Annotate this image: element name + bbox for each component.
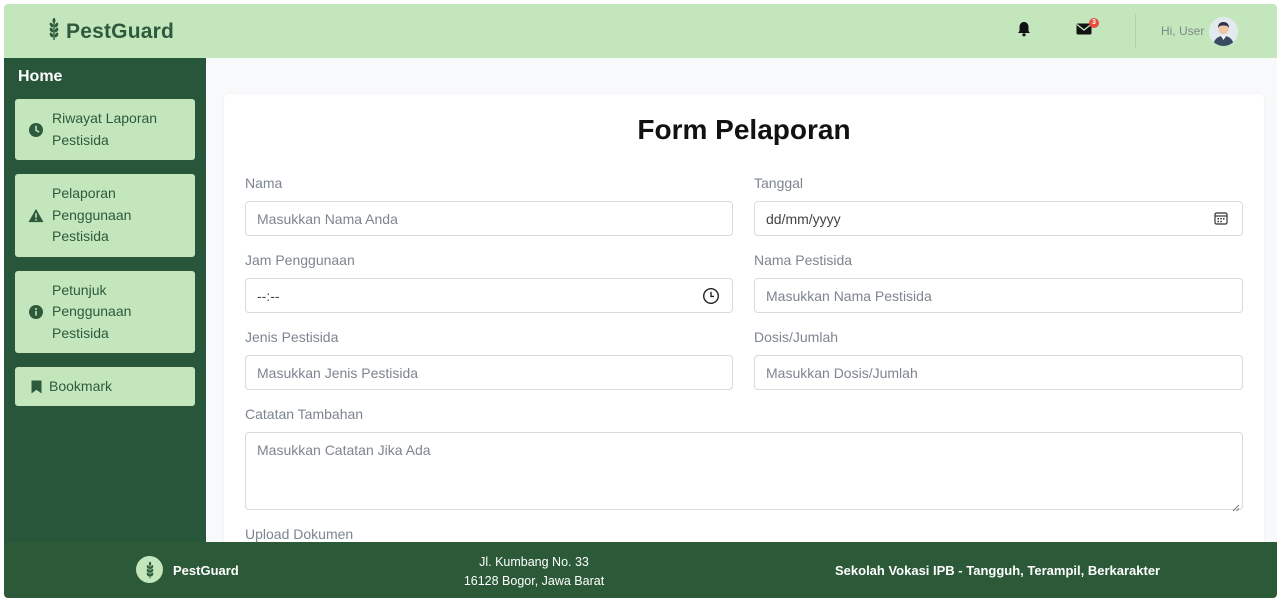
- clock-icon: [28, 122, 44, 138]
- messages-button[interactable]: 3: [1073, 18, 1099, 42]
- warning-icon: [28, 208, 44, 224]
- bookmark-icon: [28, 379, 44, 395]
- sidebar-item-label: Bookmark: [49, 377, 113, 394]
- jam-penggunaan-label: Jam Penggunaan: [245, 252, 355, 268]
- footer-brand: PestGuard: [173, 563, 239, 578]
- dosis-jumlah-input[interactable]: Masukkan Dosis/Jumlah: [754, 355, 1243, 390]
- nama-input[interactable]: Masukkan Nama Anda: [245, 201, 733, 236]
- brand-name: PestGuard: [66, 19, 174, 43]
- sidebar-item-pelaporan-penggunaan[interactable]: Pelaporan Penggunaan Pestisida: [15, 174, 195, 257]
- calendar-icon[interactable]: [1214, 211, 1230, 227]
- sidebar: Home Riwayat Laporan Pestisida Pelaporan…: [4, 58, 206, 542]
- nama-pestisida-input[interactable]: Masukkan Nama Pestisida: [754, 278, 1243, 313]
- info-icon: [28, 304, 44, 320]
- jenis-pestisida-label: Jenis Pestisida: [245, 329, 339, 345]
- sidebar-item-label: Riwayat Laporan Pestisida: [52, 110, 158, 148]
- nama-label: Nama: [245, 175, 283, 191]
- catatan-tambahan-label: Catatan Tambahan: [245, 406, 364, 422]
- dosis-jumlah-label: Dosis/Jumlah: [754, 329, 839, 345]
- footer: PestGuard Jl. Kumbang No. 33 16128 Bogor…: [4, 542, 1277, 598]
- catatan-tambahan-textarea[interactable]: Masukkan Catatan Jika Ada: [245, 432, 1243, 512]
- sidebar-item-label: Petunjuk Penggunaan Pestisida: [52, 281, 132, 341]
- sidebar-item-petunjuk-penggunaan[interactable]: Petunjuk Penggunaan Pestisida: [15, 271, 195, 353]
- main-content: Form Pelaporan Nama Masukkan Nama Anda T…: [206, 58, 1277, 542]
- wheat-logo-icon: [48, 17, 60, 46]
- tanggal-label: Tanggal: [754, 175, 804, 191]
- jam-penggunaan-time-input[interactable]: --:--: [245, 278, 733, 313]
- sidebar-item-bookmark[interactable]: Bookmark: [15, 367, 195, 406]
- footer-address: Jl. Kumbang No. 33 16128 Bogor, Jawa Bar…: [463, 555, 605, 588]
- user-avatar[interactable]: [1209, 17, 1238, 46]
- top-navbar: PestGuard 3 Hi, User: [4, 4, 1277, 58]
- upload-dokumen-label: Upload Dokumen: [245, 526, 354, 542]
- sidebar-home-link[interactable]: Home: [18, 68, 62, 86]
- clock-icon[interactable]: [702, 287, 720, 305]
- navbar-divider: [1135, 14, 1136, 48]
- nama-pestisida-label: Nama Pestisida: [754, 252, 853, 268]
- app-frame: PestGuard 3 Hi, User Home Riwayat Lapora…: [4, 4, 1277, 598]
- form-card: Form Pelaporan Nama Masukkan Nama Anda T…: [224, 94, 1264, 542]
- jenis-pestisida-input[interactable]: Masukkan Jenis Pestisida: [245, 355, 733, 390]
- sidebar-item-riwayat-laporan[interactable]: Riwayat Laporan Pestisida: [15, 99, 195, 160]
- sidebar-item-label: Pelaporan Penggunaan Pestisida: [52, 185, 132, 245]
- resize-handle-icon[interactable]: [1232, 499, 1240, 512]
- bell-icon: [1017, 21, 1031, 42]
- message-count-badge: 3: [1089, 18, 1099, 28]
- footer-slogan: Sekolah Vokasi IPB - Tangguh, Terampil, …: [835, 563, 1161, 578]
- user-greeting[interactable]: Hi, User: [1161, 24, 1204, 38]
- form-title: Form Pelaporan: [637, 114, 851, 145]
- brand-link[interactable]: PestGuard: [48, 17, 174, 46]
- footer-wheat-logo-icon: [136, 556, 163, 583]
- notification-button[interactable]: [1013, 20, 1035, 42]
- tanggal-date-input[interactable]: dd/mm/yyyy: [754, 201, 1243, 236]
